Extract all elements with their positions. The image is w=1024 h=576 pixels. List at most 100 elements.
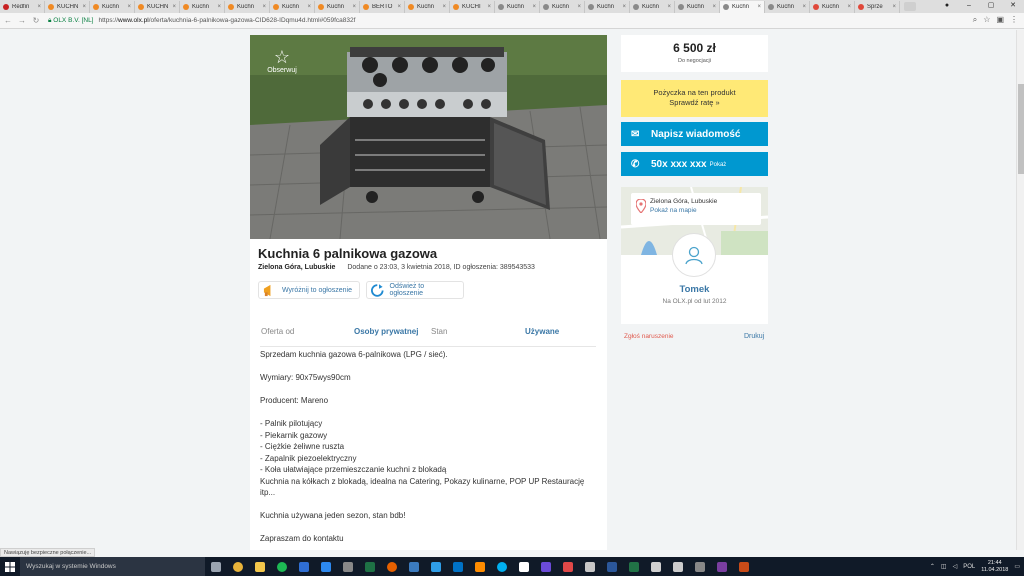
taskbar-outlook-icon[interactable] [447, 557, 469, 576]
browser-tab[interactable]: Kuchn × [765, 1, 810, 13]
taskbar-task-view-icon[interactable] [205, 557, 227, 576]
notifications-icon[interactable]: ▭ [1014, 563, 1020, 570]
taskbar-spotify-icon[interactable] [271, 557, 293, 576]
browser-tab[interactable]: BERTO × [360, 1, 405, 13]
listing-location[interactable]: Zielona Góra, Lubuskie [258, 264, 335, 271]
taskbar-app-icon[interactable] [689, 557, 711, 576]
tab-close-icon[interactable]: × [487, 4, 491, 10]
taskbar-excel-icon[interactable] [359, 557, 381, 576]
browser-tab[interactable]: Kuchn × [720, 1, 765, 13]
show-phone-button[interactable]: ✆ 50x xxx xxx Pokaż [621, 152, 768, 176]
zoom-icon[interactable]: ⌕ [973, 15, 977, 25]
browser-tab[interactable]: Kuchn × [495, 1, 540, 13]
tab-close-icon[interactable]: × [397, 4, 401, 10]
browser-tab[interactable]: Kuchn × [180, 1, 225, 13]
taskbar-chrome-icon[interactable] [227, 557, 249, 576]
tab-close-icon[interactable]: × [667, 4, 671, 10]
browser-tab[interactable]: Kuchn × [225, 1, 270, 13]
taskbar-app-icon[interactable] [315, 557, 337, 576]
browser-tab[interactable]: Kuchn × [630, 1, 675, 13]
tab-close-icon[interactable]: × [757, 4, 761, 10]
taskbar-app-icon[interactable] [535, 557, 557, 576]
taskbar-app-icon[interactable] [469, 557, 491, 576]
start-button[interactable] [0, 557, 20, 576]
profile-icon[interactable]: ● [936, 0, 958, 12]
taskbar-word-icon[interactable] [601, 557, 623, 576]
close-window-button[interactable]: ✕ [1002, 0, 1024, 12]
condition-value[interactable]: Używane [525, 327, 559, 336]
browser-tab[interactable]: Kuchn × [405, 1, 450, 13]
tab-close-icon[interactable]: × [577, 4, 581, 10]
taskbar-app-icon[interactable] [513, 557, 535, 576]
tab-close-icon[interactable]: × [622, 4, 626, 10]
browser-tab[interactable]: Kuchn × [540, 1, 585, 13]
tab-close-icon[interactable]: × [217, 4, 221, 10]
taskbar-firefox-icon[interactable] [381, 557, 403, 576]
tab-close-icon[interactable]: × [712, 4, 716, 10]
menu-icon[interactable]: ⋮ [1010, 15, 1018, 25]
taskbar-app-icon[interactable] [645, 557, 667, 576]
volume-icon[interactable]: ◁ [953, 563, 958, 570]
tab-close-icon[interactable]: × [172, 4, 176, 10]
language-indicator[interactable]: POL [963, 564, 975, 570]
browser-tab[interactable]: Kuchn × [810, 1, 855, 13]
taskbar-maps-icon[interactable] [557, 557, 579, 576]
tab-close-icon[interactable]: × [37, 4, 41, 10]
browser-tab[interactable]: KUCHN × [135, 1, 180, 13]
tab-close-icon[interactable]: × [82, 4, 86, 10]
taskbar-app-icon[interactable] [293, 557, 315, 576]
tab-close-icon[interactable]: × [532, 4, 536, 10]
tab-close-icon[interactable]: × [802, 4, 806, 10]
promote-button[interactable]: Wyróżnij to ogłoszenie [258, 281, 360, 299]
tab-close-icon[interactable]: × [127, 4, 131, 10]
bookmark-star-icon[interactable]: ☆ [983, 15, 990, 25]
network-icon[interactable]: ◫ [941, 563, 947, 570]
browser-tab[interactable]: Sprze × [855, 1, 900, 13]
browser-tab[interactable]: Redfin × [0, 1, 45, 13]
tab-close-icon[interactable]: × [262, 4, 266, 10]
loan-banner[interactable]: Pożyczka na ten produkt Sprawdź ratę » [621, 80, 768, 117]
taskbar-app-icon[interactable] [403, 557, 425, 576]
browser-tab[interactable]: KUCHN × [45, 1, 90, 13]
clock[interactable]: 21:44 11.04.2018 [981, 560, 1008, 574]
maximize-button[interactable]: ▢ [980, 0, 1002, 12]
browser-tab[interactable]: Kuchn × [90, 1, 135, 13]
tab-close-icon[interactable]: × [352, 4, 356, 10]
tray-arrow-icon[interactable]: ⌃ [930, 563, 935, 570]
send-message-button[interactable]: ✉ Napisz wiadomość [621, 122, 768, 146]
tab-close-icon[interactable]: × [442, 4, 446, 10]
browser-tab[interactable]: Kuchn × [315, 1, 360, 13]
refresh-listing-button[interactable]: Odśwież to ogłoszenie [366, 281, 464, 299]
seller-name[interactable]: Tomek [621, 284, 768, 295]
page-scrollbar[interactable] [1016, 30, 1024, 550]
browser-tab[interactable]: Kuchn × [270, 1, 315, 13]
browser-tab[interactable]: KUCHI × [450, 1, 495, 13]
avatar[interactable] [672, 233, 716, 277]
observe-button[interactable]: ☆ Obserwuj [260, 47, 304, 74]
tab-close-icon[interactable]: × [892, 4, 896, 10]
new-tab-button[interactable] [904, 2, 916, 11]
minimize-button[interactable]: – [958, 0, 980, 12]
taskbar-search-input[interactable]: Wyszukaj w systemie Windows [20, 557, 205, 576]
listing-photo[interactable]: ☆ Obserwuj [250, 35, 607, 239]
scrollbar-thumb[interactable] [1018, 84, 1024, 174]
tab-close-icon[interactable]: × [307, 4, 311, 10]
taskbar-app-icon[interactable] [711, 557, 733, 576]
taskbar-excel-icon[interactable] [623, 557, 645, 576]
reload-icon[interactable]: ↻ [30, 16, 42, 25]
show-on-map-link[interactable]: Pokaż na mapie [650, 206, 761, 215]
taskbar-calculator-icon[interactable] [337, 557, 359, 576]
taskbar-mail-icon[interactable] [579, 557, 601, 576]
secure-lock-icon[interactable]: 🔒︎ OLX B.V. [NL] [48, 17, 94, 25]
browser-tab[interactable]: Kuchn × [675, 1, 720, 13]
extension-icon[interactable]: ▣ [996, 15, 1004, 25]
offer-from-value[interactable]: Osoby prywatnej [354, 327, 418, 336]
tab-close-icon[interactable]: × [847, 4, 851, 10]
taskbar-file-explorer-icon[interactable] [249, 557, 271, 576]
taskbar-app-icon[interactable] [425, 557, 447, 576]
forward-icon[interactable]: → [16, 16, 28, 25]
report-link[interactable]: Zgłoś naruszenie [624, 333, 674, 340]
taskbar-photos-icon[interactable] [667, 557, 689, 576]
print-link[interactable]: Drukuj [744, 333, 764, 340]
back-icon[interactable]: ← [2, 16, 14, 25]
